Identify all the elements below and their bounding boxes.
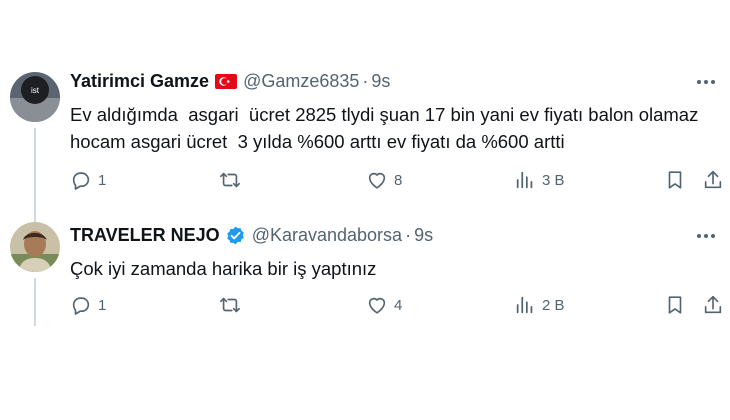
share-icon bbox=[704, 295, 722, 314]
tweet-actions: 1 4 2 B bbox=[66, 291, 726, 321]
display-name[interactable]: TRAVELER NEJO bbox=[70, 223, 220, 247]
retweet-button[interactable] bbox=[218, 294, 248, 316]
tweet-text-line-1: Çok iyi zamanda harika bir iş yaptınız bbox=[70, 258, 377, 279]
tweet-2[interactable]: TRAVELER NEJO @Karavandaborsa · 9s Çok i… bbox=[0, 0, 730, 340]
thread-line bbox=[34, 278, 36, 326]
avatar[interactable] bbox=[10, 222, 60, 272]
verified-badge-icon bbox=[225, 225, 246, 246]
separator-dot: · bbox=[405, 225, 412, 245]
tweet-header: TRAVELER NEJO @Karavandaborsa · 9s bbox=[70, 223, 433, 247]
retweet-icon bbox=[220, 297, 240, 313]
reply-button[interactable]: 1 bbox=[70, 294, 106, 316]
share-button[interactable] bbox=[702, 294, 724, 316]
handle[interactable]: @Karavandaborsa bbox=[252, 223, 402, 247]
views-count: 2 B bbox=[542, 296, 565, 314]
bookmark-icon bbox=[668, 296, 682, 314]
reply-count: 1 bbox=[98, 296, 107, 314]
timestamp[interactable]: 9s bbox=[414, 223, 433, 247]
heart-icon bbox=[368, 297, 386, 314]
views-chart-icon bbox=[516, 296, 533, 314]
bookmark-button[interactable] bbox=[664, 294, 686, 316]
more-options-icon[interactable] bbox=[694, 224, 718, 248]
like-button[interactable]: 4 bbox=[366, 294, 402, 316]
views-button[interactable]: 2 B bbox=[514, 294, 565, 316]
like-count: 4 bbox=[394, 296, 403, 314]
reply-icon bbox=[72, 297, 90, 315]
